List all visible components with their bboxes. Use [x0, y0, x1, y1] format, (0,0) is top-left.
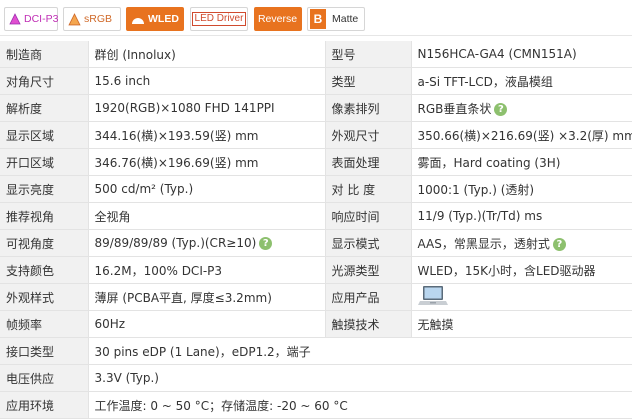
spec-label: 电压供应 [0, 364, 89, 392]
spec-value: 15.6 inch [88, 67, 326, 95]
spec-value: a-Si TFT-LCD，液晶模组 [411, 67, 632, 95]
table-row: 可视角度 89/89/89/89 (Typ.)(CR≥10)? 显示模式 AAS… [0, 229, 632, 257]
spec-value: 60Hz [88, 310, 326, 338]
spec-value: WLED，15K小时，含LED驱动器 [411, 256, 632, 284]
table-row: 外观样式 薄屏 (PCBA平直, 厚度≤3.2mm) 应用产品 [0, 283, 632, 311]
spec-label: 像素排列 [325, 94, 412, 122]
question-mark-icon[interactable]: ? [259, 237, 273, 250]
spec-label: 表面处理 [325, 148, 412, 176]
feature-badges: DCI-P3 sRGB WLED LED Driver Reverse B Ma… [0, 0, 632, 36]
laptop-icon[interactable] [417, 285, 448, 310]
spec-value-cell: AAS，常黑显示，透射式? [411, 229, 632, 257]
spec-value-cell [411, 283, 632, 311]
spec-value: 344.16(横)×193.59(竖) mm [88, 121, 326, 149]
spec-label: 光源类型 [325, 256, 412, 284]
spec-value: 16.2M，100% DCI-P3 [88, 256, 326, 284]
table-row: 显示亮度 500 cd/m² (Typ.) 对 比 度 1000:1 (Typ.… [0, 175, 632, 203]
spec-label: 外观尺寸 [325, 121, 412, 149]
spec-label: 对角尺寸 [0, 67, 89, 95]
spec-label: 制造商 [0, 41, 89, 68]
spec-value: 雾面，Hard coating (3H) [411, 148, 632, 176]
table-row: 显示区域 344.16(横)×193.59(竖) mm 外观尺寸 350.66(… [0, 121, 632, 149]
spec-label: 响应时间 [325, 202, 412, 230]
spec-value: 1920(RGB)×1080 FHD 141PPI [88, 94, 326, 122]
spec-label: 外观样式 [0, 283, 89, 311]
spec-value: 全视角 [88, 202, 326, 230]
dci-p3-badge[interactable]: DCI-P3 [4, 7, 58, 31]
spec-value: 350.66(横)×216.69(竖) ×3.2(厚) mm [411, 121, 632, 149]
spec-value: 无触摸 [411, 310, 632, 338]
matte-badge[interactable]: B Matte [307, 7, 365, 31]
spec-label: 触摸技术 [325, 310, 412, 338]
srgb-badge[interactable]: sRGB [63, 7, 121, 31]
spec-label: 应用产品 [325, 283, 412, 311]
spec-value: 薄屏 (PCBA平直, 厚度≤3.2mm) [88, 283, 326, 311]
spec-value: 1000:1 (Typ.) (透射) [411, 175, 632, 203]
spec-label: 解析度 [0, 94, 89, 122]
spec-label: 显示模式 [325, 229, 412, 257]
spec-value: 89/89/89/89 (Typ.)(CR≥10) [94, 236, 257, 250]
table-row: 接口类型 30 pins eDP (1 Lane)，eDP1.2，端子 [0, 337, 632, 365]
spec-value-cell: 89/89/89/89 (Typ.)(CR≥10)? [88, 229, 326, 257]
matte-icon: B [310, 9, 326, 29]
spec-value: 30 pins eDP (1 Lane)，eDP1.2，端子 [88, 337, 632, 365]
spec-value-cell: RGB垂直条状? [411, 94, 632, 122]
spec-value: 11/9 (Typ.)(Tr/Td) ms [411, 202, 632, 230]
spec-label: 支持颜色 [0, 256, 89, 284]
color-gamut-icon [9, 13, 21, 25]
spec-value: RGB垂直条状 [417, 101, 492, 116]
question-mark-icon[interactable]: ? [494, 102, 508, 116]
spec-value: 3.3V (Typ.) [88, 364, 632, 392]
spec-label: 接口类型 [0, 337, 89, 365]
color-gamut-icon [68, 12, 81, 26]
table-row: 电压供应 3.3V (Typ.) [0, 364, 632, 392]
spec-value: 346.76(横)×196.69(竖) mm [88, 148, 326, 176]
table-row: 推荐视角 全视角 响应时间 11/9 (Typ.)(Tr/Td) ms [0, 202, 632, 230]
badge-divider [0, 35, 632, 36]
spec-value: 500 cd/m² (Typ.) [88, 175, 326, 203]
wled-badge[interactable]: WLED [126, 7, 184, 31]
spec-value: 群创 (Innolux) [88, 41, 326, 68]
spec-label: 帧频率 [0, 310, 89, 338]
table-row: 支持颜色 16.2M，100% DCI-P3 光源类型 WLED，15K小时，含… [0, 256, 632, 284]
table-row: 制造商 群创 (Innolux) 型号 N156HCA-GA4 (CMN151A… [0, 41, 632, 68]
spec-label: 显示亮度 [0, 175, 89, 203]
table-row: 对角尺寸 15.6 inch 类型 a-Si TFT-LCD，液晶模组 [0, 67, 632, 95]
spec-table: 制造商 群创 (Innolux) 型号 N156HCA-GA4 (CMN151A… [0, 41, 632, 419]
spec-label: 类型 [325, 67, 412, 95]
reverse-badge[interactable]: Reverse [254, 7, 302, 31]
spec-label: 型号 [325, 41, 412, 68]
light-bulb-icon [131, 13, 145, 25]
spec-label: 开口区域 [0, 148, 89, 176]
spec-label: 显示区域 [0, 121, 89, 149]
question-mark-icon[interactable]: ? [552, 237, 566, 251]
spec-value: 工作温度: 0 ~ 50 °C；存储温度: -20 ~ 60 °C [88, 391, 632, 419]
spec-label: 可视角度 [0, 229, 89, 257]
table-row: 解析度 1920(RGB)×1080 FHD 141PPI 像素排列 RGB垂直… [0, 94, 632, 122]
table-row: 应用环境 工作温度: 0 ~ 50 °C；存储温度: -20 ~ 60 °C [0, 391, 632, 419]
spec-label: 应用环境 [0, 391, 89, 419]
led-driver-badge[interactable]: LED Driver [190, 7, 248, 31]
table-row: 开口区域 346.76(横)×196.69(竖) mm 表面处理 雾面，Hard… [0, 148, 632, 176]
table-row: 帧频率 60Hz 触摸技术 无触摸 [0, 310, 632, 338]
spec-value: N156HCA-GA4 (CMN151A) [411, 41, 632, 68]
spec-label: 推荐视角 [0, 202, 89, 230]
spec-label: 对 比 度 [325, 175, 412, 203]
spec-value: AAS，常黑显示，透射式 [417, 236, 550, 251]
